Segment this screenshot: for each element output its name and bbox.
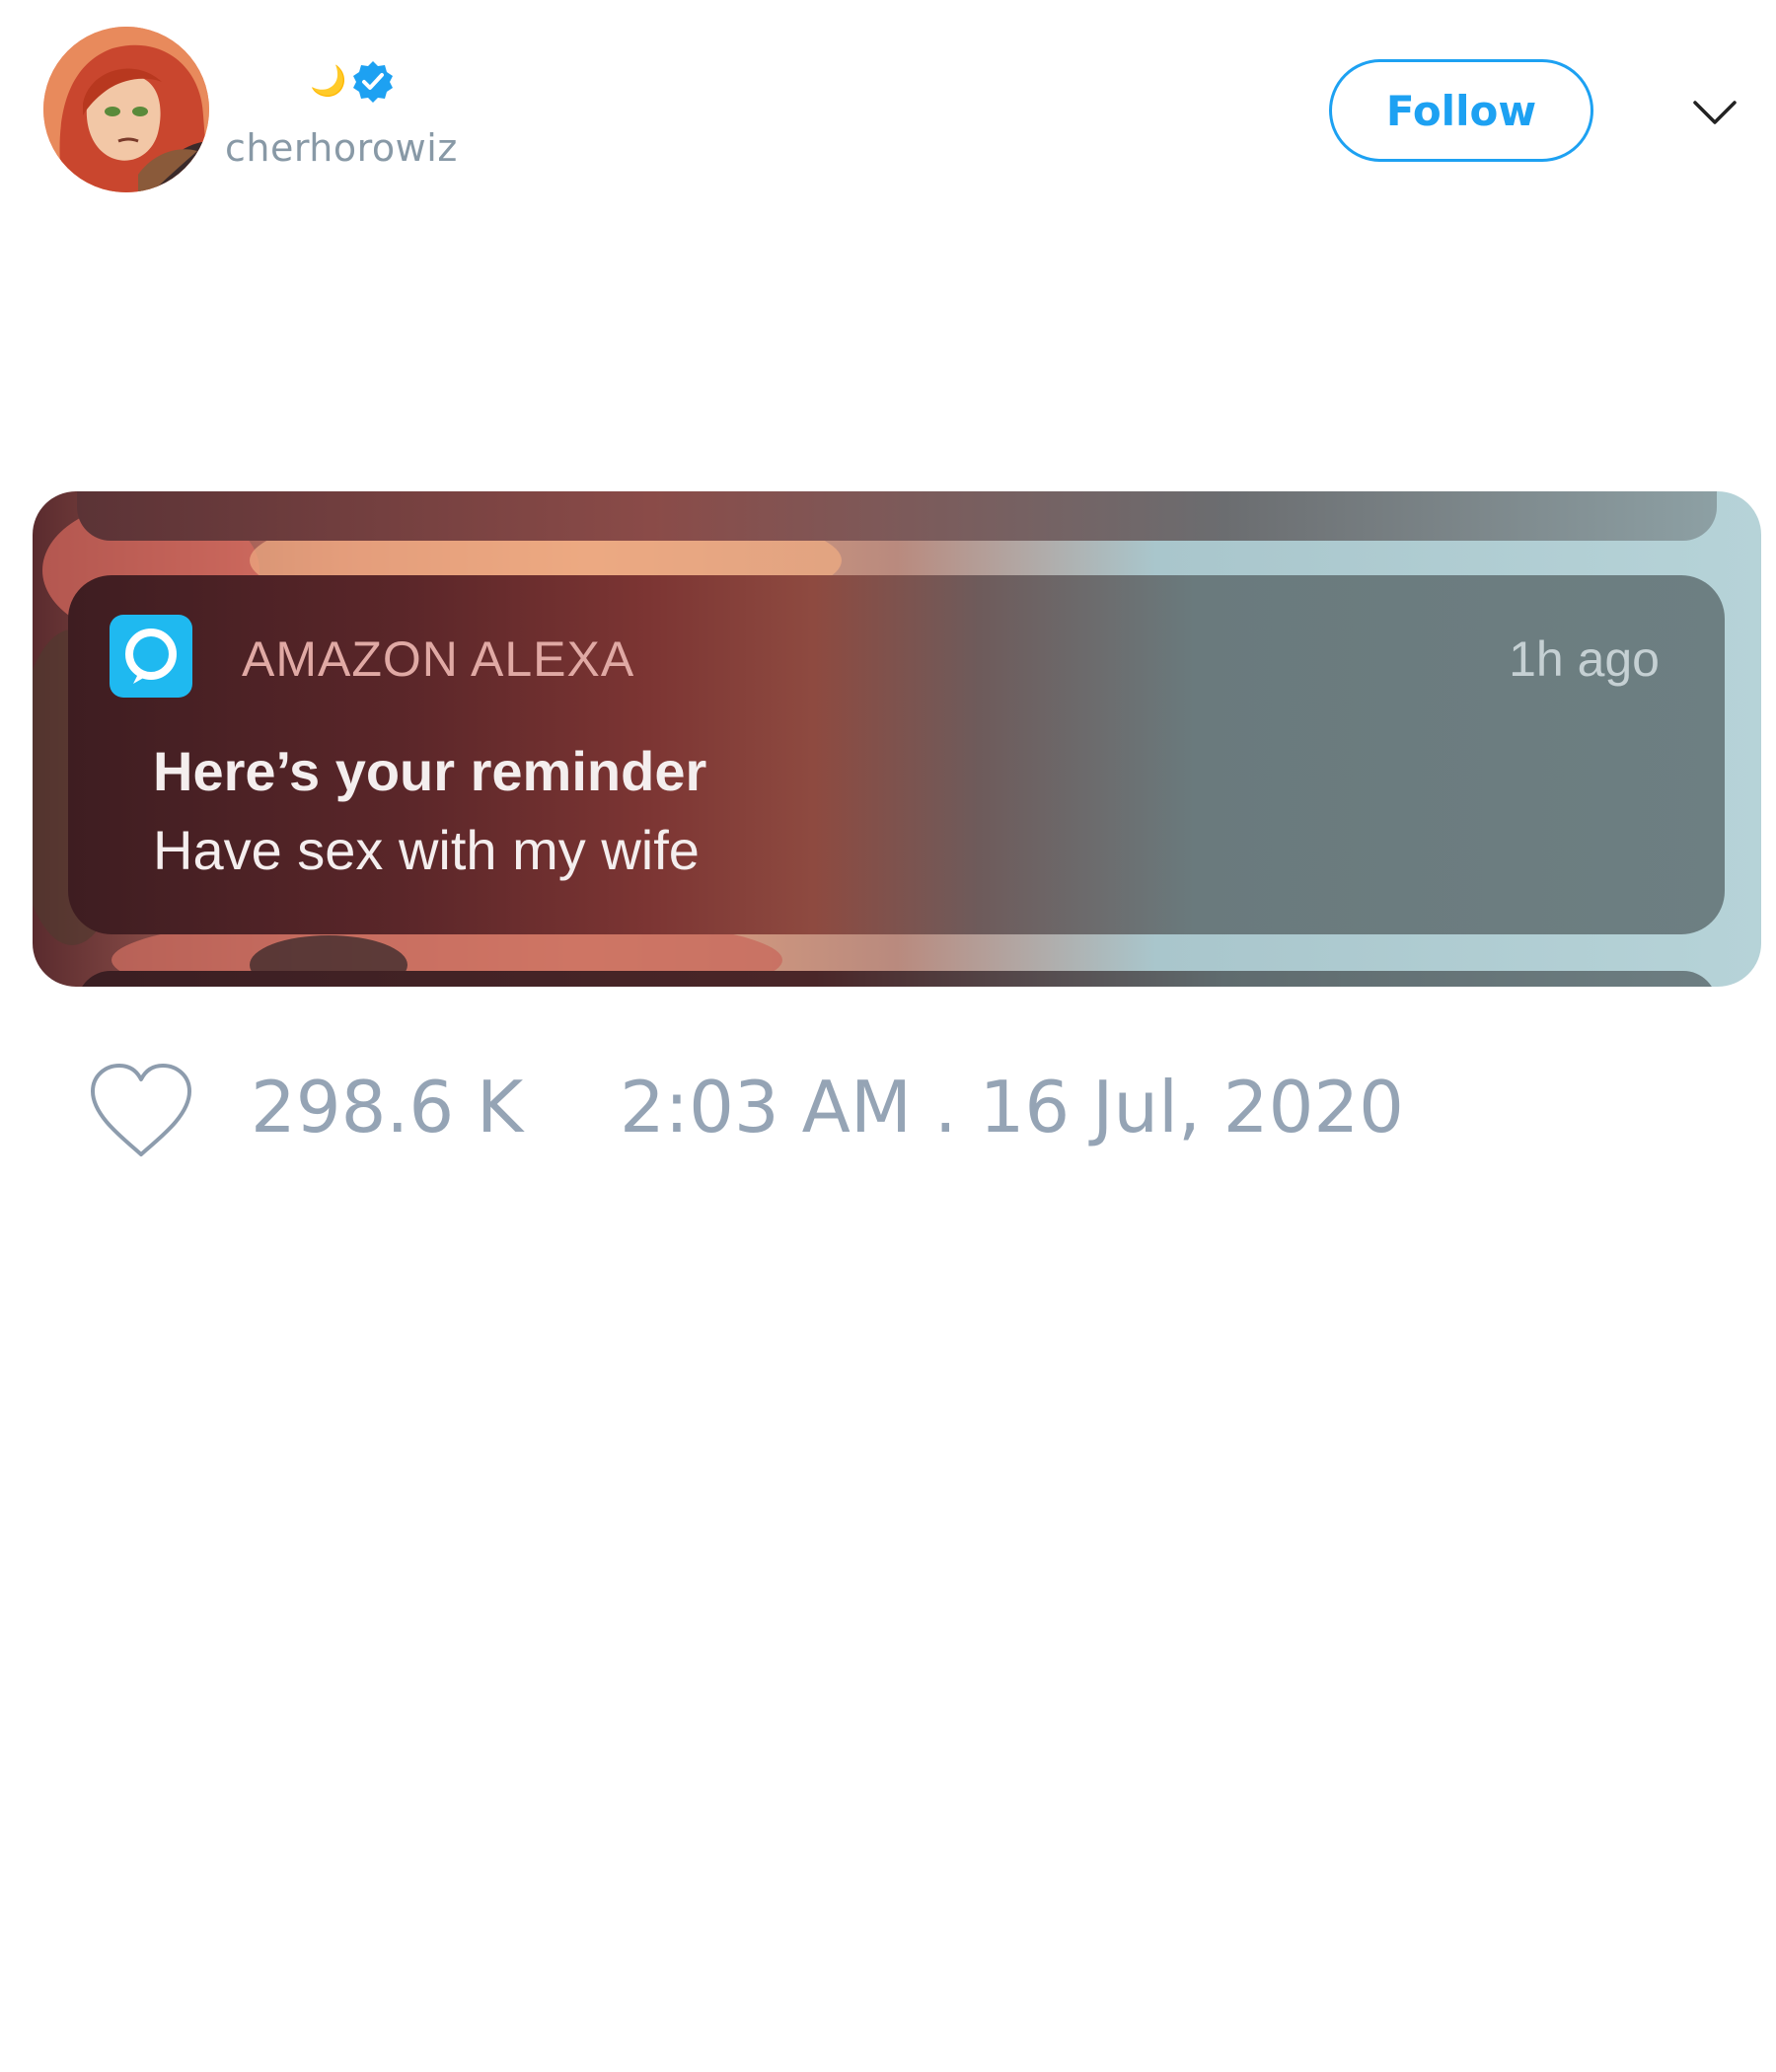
display-name[interactable]: 🌙 — [310, 57, 396, 107]
next-notification-edge — [77, 971, 1717, 987]
avatar-illustration — [43, 27, 209, 192]
notification-title: Here’s your reminder — [153, 740, 707, 802]
avatar[interactable] — [43, 27, 209, 192]
tweet-timestamp[interactable]: 2:03 AM . 16 Jul, 2020 — [620, 1066, 1404, 1148]
alexa-notification-card: AMAZON ALEXA 1h ago Here’s your reminder… — [68, 575, 1725, 934]
crescent-moon-icon: 🌙 — [310, 64, 347, 99]
chevron-down-icon[interactable] — [1689, 87, 1740, 138]
notification-time: 1h ago — [1509, 631, 1660, 687]
follow-button[interactable]: Follow — [1329, 59, 1593, 162]
notification-body: Have sex with my wife — [153, 819, 700, 881]
tweet-media-image[interactable]: AMAZON ALEXA 1h ago Here’s your reminder… — [33, 491, 1761, 987]
like-count: 298.6 K — [251, 1066, 524, 1148]
previous-notification-edge — [77, 491, 1717, 541]
verified-badge-icon — [353, 61, 394, 103]
notification-app-name: AMAZON ALEXA — [242, 631, 635, 687]
alexa-icon — [110, 615, 192, 698]
author-handle[interactable]: cherhorowiz — [225, 126, 458, 170]
heart-icon[interactable] — [87, 1062, 195, 1160]
